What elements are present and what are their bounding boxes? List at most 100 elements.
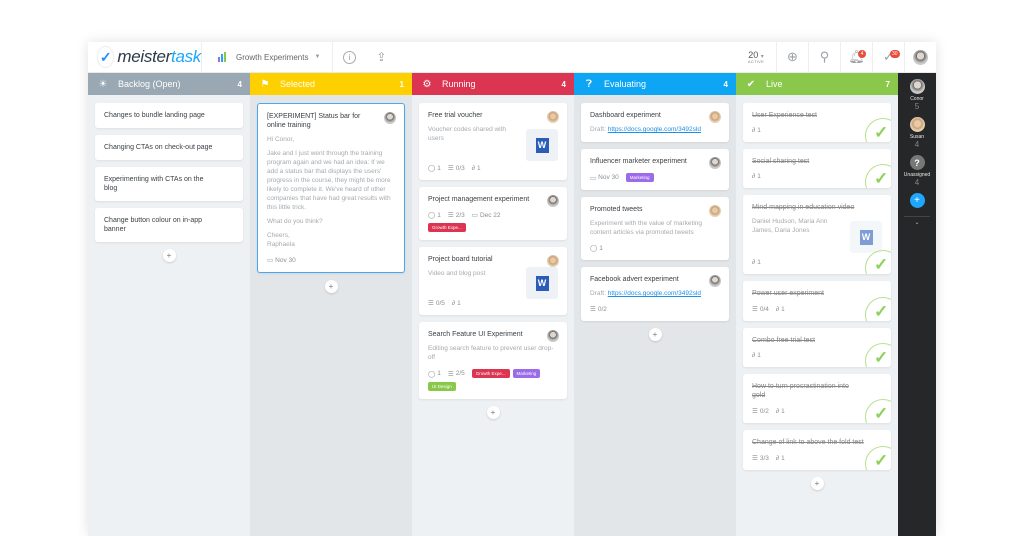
count: 1 [437,211,441,219]
share-button[interactable]: ⇪ [365,42,397,73]
search-button[interactable]: ⚲ [808,42,840,73]
task-card[interactable]: Dashboard experiment Draft: https://docs… [581,103,729,142]
person-task-count: 4 [914,178,920,187]
checklist-count: ☰ 2/5 [448,370,465,378]
doc-link[interactable]: https://docs.google.com/3492sld [608,126,701,133]
user-avatar [913,49,928,65]
column-header[interactable]: ⚙ Running 4 [412,73,574,95]
task-card[interactable]: Free trial voucher Voucher codes shared … [419,103,567,180]
checklist-count: ☰ 0/2 [590,305,607,314]
task-card[interactable]: User Experience test ∂ 1 ✓ [743,103,891,142]
task-card[interactable]: Mind mapping in education video Daniel H… [743,195,891,274]
column-title: Live [766,79,783,89]
task-card[interactable]: Experimenting with CTAs on the blog [95,167,243,201]
assignee-avatar [709,205,721,217]
card-title: Change of link to above the fold test [752,439,864,446]
logo[interactable]: ✓ meistertask [88,42,202,73]
task-card[interactable]: Power user experiment ☰ 0/4 ∂ 1 ✓ [743,281,891,321]
task-card[interactable]: [EXPERIMENT] Status bar for online train… [257,103,405,273]
column-evaluating: ❓︎ Evaluating 4 Dashboard experiment Dra… [574,73,736,536]
person-unassigned[interactable]: ? Unassigned 4 [904,155,930,187]
attachments-count: ∂ 1 [752,127,761,134]
task-card[interactable]: Changes to bundle landing page [95,103,243,128]
checklist-icon: ☰ [752,408,758,415]
comment-icon: ◯ [590,245,598,252]
expand-chevron-icon[interactable]: ⌄ [904,216,930,226]
my-tasks-button[interactable]: ✓ 30 [872,42,904,73]
task-card[interactable]: Combo free trial test ∂ 1 ✓ [743,328,891,367]
task-card[interactable]: Promoted tweets Experiment with the valu… [581,197,729,260]
column-header[interactable]: ❓︎ Evaluating 4 [574,73,736,95]
tag-ui-design[interactable]: UI Design [428,382,456,391]
count: 2/3 [455,211,465,219]
paperclip-icon: ∂ [775,305,780,313]
card-title: Facebook advert experiment [590,276,679,283]
card-title: Changes to bundle landing page [104,112,205,119]
signoff: Cheers, [267,232,290,239]
word-attachment[interactable]: W [850,221,882,253]
card-title: Change button colour on in-app banner [104,217,203,233]
count: 1 [781,454,785,462]
task-card[interactable]: Change button colour on in-app banner [95,208,243,242]
active-count[interactable]: 20 ▾ ACTIVE [736,50,776,64]
attachments-count: ∂ 1 [776,455,785,462]
add-task-button[interactable]: + [486,406,500,419]
add-task-button[interactable]: + [810,477,824,490]
task-card[interactable]: Project management experiment ◯ 1 ☰ 2/3 ▭ D… [419,187,567,240]
count: 1 [477,164,481,172]
task-card[interactable]: How to turn procrastination into gold ☰ 0… [743,374,891,423]
paperclip-icon: ∂ [471,164,475,172]
checklist-count: ☰ 0/5 [428,299,445,308]
add-task-button[interactable]: + [162,249,176,262]
share-icon: ⇪ [376,50,387,64]
card-title: Free trial voucher [428,112,483,119]
task-card[interactable]: Influencer marketer experiment ▭ Nov 30 M… [581,149,729,190]
task-card[interactable]: Social sharing test ∂ 1 ✓ [743,149,891,188]
add-task-button[interactable]: + [648,328,662,341]
tag-marketing[interactable]: Marketing [625,173,654,182]
gear-icon: ⚙ [422,78,432,90]
task-card[interactable]: Facebook advert experiment Draft: https:… [581,267,729,321]
question-icon: ? [909,155,925,170]
column-header[interactable]: ☀ Backlog (Open) 4 [88,73,250,95]
card-desc: Editing search feature to prevent user d… [428,345,554,361]
task-card[interactable]: Change of link to above the fold test ☰ 3… [743,430,891,470]
word-attachment[interactable]: W [526,267,558,299]
add-task-button[interactable]: + [324,280,338,293]
project-selector[interactable]: Growth Experiments ▼ [202,42,334,73]
tag-marketing[interactable]: Marketing [512,369,541,378]
notifications-button[interactable]: 🔔︎ 4 [840,42,872,73]
person-susan[interactable]: Susan 4 [909,117,925,149]
checklist-count: ☰ 0/3 [448,164,465,173]
task-card[interactable]: Changing CTAs on check-out page [95,135,243,160]
card-title: User Experience test [752,112,817,119]
tag-growth[interactable]: Growth Expe... [428,223,466,232]
add-button[interactable]: ⊕ [776,42,808,73]
assignee-avatar [547,111,559,123]
board: ☀ Backlog (Open) 4 Changes to bundle lan… [88,73,898,536]
add-person-button[interactable]: + [909,193,925,208]
column-header[interactable]: ⚑ Selected 1 [250,73,412,95]
paperclip-icon: ∂ [775,407,780,415]
person-conor[interactable]: Conor 5 [909,79,925,111]
due-date: ▭ Nov 30 [590,174,619,182]
completed-check-icon: ✓ [865,164,891,188]
card-title: Dashboard experiment [590,112,661,119]
word-attachment[interactable]: W [526,129,558,161]
paperclip-icon: ∂ [451,299,456,307]
assignee-avatar [709,157,721,169]
tag-growth[interactable]: Growth Expe... [471,369,510,378]
completed-check-icon: ✓ [865,446,891,470]
column-live: ✔ Live 7 User Experience test ∂ 1 ✓ Socia… [736,73,898,536]
task-card[interactable]: Project board tutorial Video and blog po… [419,247,567,315]
due-text: Nov 30 [275,256,296,264]
doc-link[interactable]: https://docs.google.com/3492sld [608,290,701,297]
bar-chart-icon [218,52,226,62]
notifications-badge: 4 [858,49,866,58]
info-button[interactable]: i [333,42,365,73]
count: 1 [781,407,785,415]
comment-icon: ◯ [428,212,436,219]
user-menu[interactable] [904,42,936,73]
task-card[interactable]: Search Feature UI Experiment Editing sea… [419,322,567,399]
column-header[interactable]: ✔ Live 7 [736,73,898,95]
